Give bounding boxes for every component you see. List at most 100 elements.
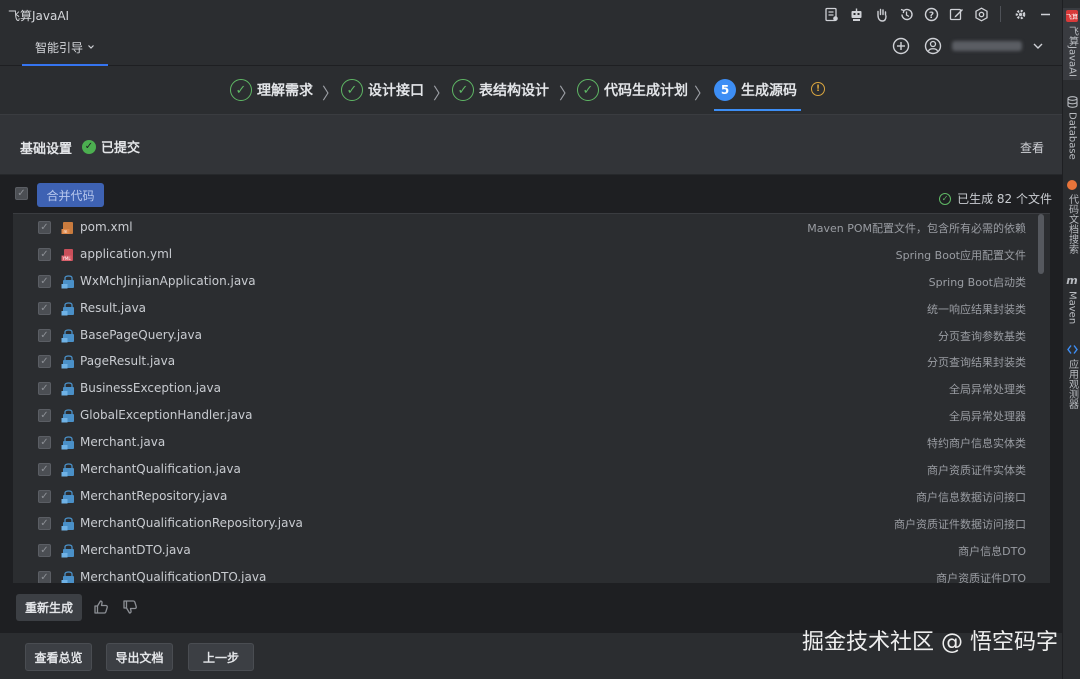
file-row[interactable]: ✓ MerchantQualificationRepository.java 商户资…: [13, 510, 1050, 537]
view-link[interactable]: 查看: [1020, 139, 1044, 156]
file-row[interactable]: ✓ PageResult.java 分页查询结果封装类: [13, 348, 1050, 375]
file-name[interactable]: pom.xml: [80, 220, 133, 234]
hand-icon[interactable]: [872, 5, 890, 23]
file-name[interactable]: MerchantQualificationRepository.java: [80, 516, 303, 530]
file-checkbox[interactable]: ✓: [38, 274, 51, 288]
tool-code-doc-search[interactable]: 代码文档搜索: [1063, 180, 1080, 254]
file-row[interactable]: ✓ BusinessException.java 全局异常处理类: [13, 375, 1050, 402]
tool-app-observer[interactable]: 应用观测器: [1063, 344, 1080, 409]
file-checkbox[interactable]: ✓: [38, 382, 51, 396]
chevron-down-icon: [88, 45, 94, 49]
file-checkbox[interactable]: ✓: [38, 328, 51, 342]
file-checkbox[interactable]: ✓: [38, 463, 51, 477]
mode-tab-smart-guide[interactable]: 智能引导: [22, 30, 108, 66]
file-name[interactable]: MerchantRepository.java: [80, 489, 227, 503]
merge-row: ✓ 合并代码 ✓ 已生成 82 个文件: [0, 175, 1062, 213]
file-name[interactable]: Merchant.java: [80, 435, 165, 449]
history-icon[interactable]: [897, 5, 915, 23]
shield-icon[interactable]: [972, 5, 990, 23]
file-checkbox[interactable]: ✓: [38, 436, 51, 450]
file-name[interactable]: MerchantQualificationDTO.java: [80, 570, 266, 583]
file-row[interactable]: ✓ MerchantQualificationDTO.java 商户资质证件DTO: [13, 564, 1050, 583]
step-number-badge: 5: [714, 79, 736, 101]
java-file-icon: [61, 543, 76, 558]
tool-feisuan-javaai[interactable]: 飞算 飞算JavaAI: [1063, 8, 1080, 80]
export-docs-button[interactable]: 导出文档: [106, 643, 173, 671]
file-checkbox[interactable]: ✓: [38, 221, 51, 234]
file-row[interactable]: ✓ MerchantQualification.java 商户资质证件实体类: [13, 456, 1050, 483]
submitted-label: 已提交: [101, 141, 141, 156]
file-row[interactable]: ✓ MerchantDTO.java 商户信息DTO: [13, 537, 1050, 564]
help-icon[interactable]: ?: [922, 5, 940, 23]
file-name[interactable]: MerchantQualification.java: [80, 462, 241, 476]
file-row[interactable]: ✓ m pom.xml Maven POM配置文件，包含所有必需的依赖: [13, 214, 1050, 241]
file-description: 商户资质证件数据访问接口: [894, 517, 1026, 531]
file-checkbox[interactable]: ✓: [38, 516, 51, 530]
check-icon: ✓: [452, 79, 474, 101]
file-name[interactable]: application.yml: [80, 247, 172, 261]
regenerate-button[interactable]: 重新生成: [16, 594, 82, 621]
file-name[interactable]: BasePageQuery.java: [80, 328, 202, 342]
thumbs-down-icon[interactable]: [122, 599, 138, 619]
file-checkbox[interactable]: ✓: [38, 355, 51, 369]
file-checkbox[interactable]: ✓: [38, 301, 51, 315]
file-name[interactable]: PageResult.java: [80, 354, 175, 368]
file-row[interactable]: ✓ YML application.yml Spring Boot应用配置文件: [13, 241, 1050, 268]
file-description: 全局异常处理器: [949, 410, 1026, 424]
select-all-checkbox[interactable]: ✓: [15, 187, 28, 200]
user-menu[interactable]: [924, 37, 1044, 55]
file-description: 商户资质证件DTO: [936, 571, 1026, 583]
file-description: 统一响应结果封装类: [927, 302, 1026, 316]
previous-step-button[interactable]: 上一步: [188, 643, 254, 671]
file-name[interactable]: Result.java: [80, 301, 146, 315]
progress-stepper: ✓ 理解需求 〉 ✓ 设计接口 〉 ✓ 表结构设计 〉 ✓ 代码生成计划 〉 5…: [0, 66, 1062, 114]
file-name[interactable]: MerchantDTO.java: [80, 543, 191, 557]
tool-database[interactable]: Database: [1063, 96, 1080, 160]
file-checkbox[interactable]: ✓: [38, 409, 51, 423]
file-row[interactable]: ✓ MerchantRepository.java 商户信息数据访问接口: [13, 483, 1050, 510]
action-row: 重新生成: [0, 583, 1062, 633]
settings-icon[interactable]: [1011, 5, 1029, 23]
svg-text:YML: YML: [61, 256, 71, 261]
java-file-icon: [61, 354, 76, 369]
step-generate-source[interactable]: 5 生成源码: [714, 78, 797, 102]
chevron-right-icon: 〉: [694, 84, 711, 103]
file-name[interactable]: WxMchJinjianApplication.java: [80, 274, 256, 288]
file-name[interactable]: BusinessException.java: [80, 381, 221, 395]
overview-button[interactable]: 查看总览: [25, 643, 92, 671]
file-description: 商户资质证件实体类: [927, 464, 1026, 478]
step-table-design[interactable]: ✓ 表结构设计: [452, 78, 549, 102]
file-row[interactable]: ✓ BasePageQuery.java 分页查询参数基类: [13, 322, 1050, 349]
file-checkbox[interactable]: ✓: [38, 247, 51, 261]
file-checkbox[interactable]: ✓: [38, 543, 51, 557]
yml-file-icon: YML: [61, 247, 76, 261]
minimize-icon[interactable]: [1036, 5, 1054, 23]
file-row[interactable]: ✓ Result.java 统一响应结果封装类: [13, 295, 1050, 322]
java-file-icon: [61, 301, 76, 316]
step-code-plan[interactable]: ✓ 代码生成计划: [577, 78, 688, 102]
file-row[interactable]: ✓ Merchant.java 特约商户信息实体类: [13, 429, 1050, 456]
java-file-icon: [61, 274, 76, 289]
merge-code-button[interactable]: 合并代码: [37, 183, 104, 207]
file-row[interactable]: ✓ WxMchJinjianApplication.java Spring Boot…: [13, 268, 1050, 295]
tool-maven[interactable]: m Maven: [1063, 274, 1080, 324]
file-name[interactable]: GlobalExceptionHandler.java: [80, 408, 252, 422]
step-understand-requirements[interactable]: ✓ 理解需求: [230, 78, 313, 102]
step-label: 生成源码: [741, 83, 797, 99]
file-description: 分页查询结果封装类: [927, 356, 1026, 370]
file-checkbox[interactable]: ✓: [38, 489, 51, 503]
step-label: 设计接口: [368, 83, 424, 99]
step-design-interface[interactable]: ✓ 设计接口: [341, 78, 424, 102]
generated-count-label: 已生成 82 个文件: [957, 192, 1052, 206]
info-warning-icon[interactable]: !: [811, 82, 825, 96]
check-icon: ✓: [230, 79, 252, 101]
thumbs-up-icon[interactable]: [93, 599, 109, 619]
add-icon[interactable]: [892, 37, 910, 55]
edit-icon[interactable]: [947, 5, 965, 23]
java-file-icon: [61, 435, 76, 450]
file-checkbox[interactable]: ✓: [38, 570, 51, 583]
file-report-icon[interactable]: [822, 5, 840, 23]
java-file-icon: [61, 516, 76, 531]
file-row[interactable]: ✓ GlobalExceptionHandler.java 全局异常处理器: [13, 402, 1050, 429]
robot-icon[interactable]: [847, 5, 865, 23]
